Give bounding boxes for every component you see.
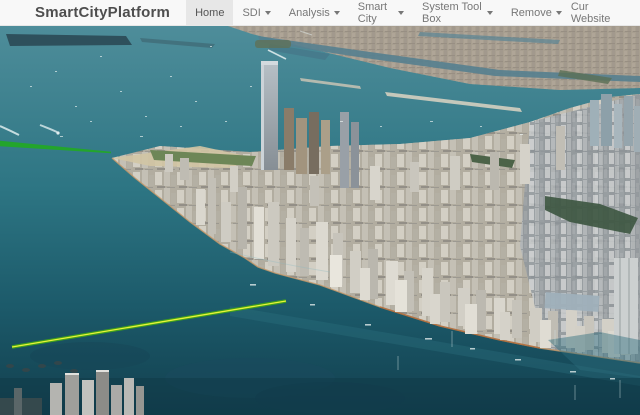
caret-down-icon [264, 10, 271, 15]
caret-down-icon [398, 10, 405, 15]
nav-item-remove[interactable]: Remove [502, 0, 571, 25]
navbar-right: Cur Website [571, 0, 640, 25]
nav-item-our-website[interactable]: Cur Website [571, 1, 626, 25]
caret-down-icon [486, 10, 493, 15]
caret-down-icon [333, 10, 340, 15]
smart-city-platform-window: SmartCityPlatform Home SDI Analysis Smar… [0, 0, 640, 415]
nav-item-system-tool-box[interactable]: System Tool Box [413, 0, 502, 25]
caret-down-icon [555, 10, 562, 15]
nav-item-analysis-label: Analysis [288, 6, 330, 19]
map-3d-viewport[interactable] [0, 26, 640, 415]
main-menu: Home SDI Analysis Smart City System Tool… [186, 0, 571, 25]
map-3d-scene [0, 26, 640, 415]
top-navbar: SmartCityPlatform Home SDI Analysis Smar… [0, 0, 640, 26]
nav-item-system-tool-box-label: System Tool Box [422, 0, 482, 25]
brand-logo[interactable]: SmartCityPlatform [0, 0, 186, 25]
nav-item-home-label: Home [195, 6, 225, 19]
nav-item-remove-label: Remove [510, 6, 552, 19]
nav-item-sdi-label: SDI [242, 6, 261, 19]
nav-item-smart-city-label: Smart City [357, 0, 388, 25]
nav-item-sdi[interactable]: SDI [233, 0, 279, 25]
nav-item-smart-city[interactable]: Smart City [349, 0, 413, 25]
nav-item-home[interactable]: Home [186, 0, 234, 25]
nav-item-analysis[interactable]: Analysis [280, 0, 349, 25]
